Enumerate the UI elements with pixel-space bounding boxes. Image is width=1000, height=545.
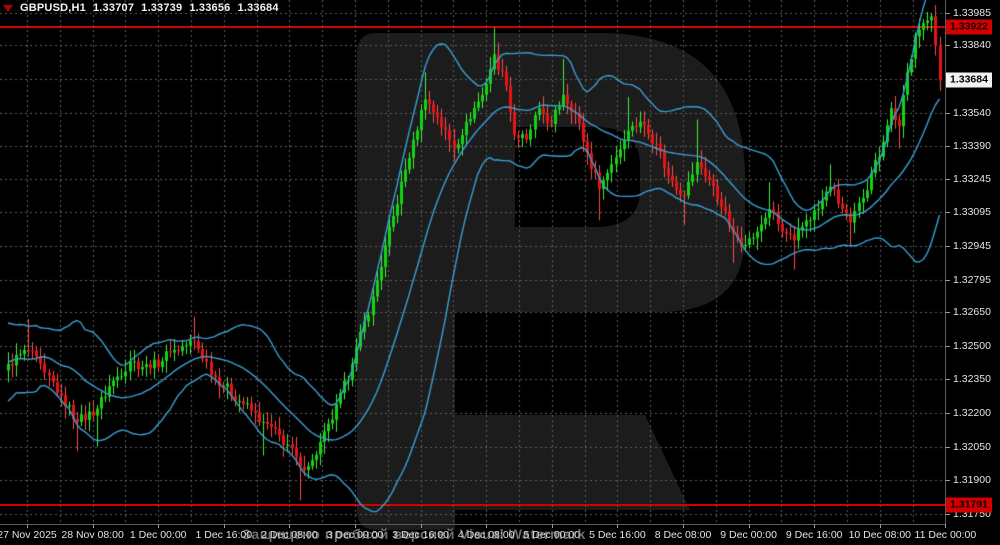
price-tick-label: 1.32200 (953, 407, 991, 420)
close-value: 1.33684 (237, 2, 279, 14)
time-tick-mark (224, 524, 225, 528)
time-tick-mark (27, 524, 28, 528)
price-tick-label: 1.32350 (953, 373, 991, 386)
chart-header: GBPUSD,H1 1.33707 1.33739 1.33656 1.3368… (3, 2, 279, 14)
price-tick-label: 1.32945 (953, 240, 991, 253)
price-tick-label: 1.31900 (953, 474, 991, 487)
price-tick-mark (945, 280, 950, 281)
price-tick-mark (945, 346, 950, 347)
price-tick-label: 1.32050 (953, 440, 991, 453)
time-tick-label: 11 Dec 00:00 (914, 529, 977, 541)
price-tick-label: 1.33095 (953, 206, 991, 219)
price-tick-label: 1.33840 (953, 39, 991, 52)
open-value: 1.33707 (92, 2, 135, 14)
price-axis[interactable]: 1.33922 1.33684 1.31791 1.33985 1.33840 1.… (945, 0, 1000, 524)
price-tick-label: 1.33390 (953, 140, 991, 153)
price-tick-mark (945, 514, 950, 515)
time-tick-label: 9 Dec 16:00 (785, 529, 843, 541)
chart-window-icon (3, 4, 13, 12)
symbol-timeframe: GBPUSD,H1 (20, 2, 86, 14)
price-tick-mark (945, 146, 950, 147)
time-tick-label: 9 Dec 00:00 (720, 529, 777, 541)
time-tick-mark (945, 524, 946, 528)
price-tick-label: 1.33985 (953, 6, 991, 19)
time-tick-label: 5 Dec 16:00 (589, 529, 646, 541)
time-tick-mark (93, 524, 94, 528)
time-tick-mark (749, 524, 750, 528)
time-tick-mark (814, 524, 815, 528)
time-tick-label: 1 Dec 00:00 (129, 529, 187, 541)
price-tick-label: 1.33540 (953, 106, 991, 119)
price-tick-mark (945, 413, 950, 414)
price-chart[interactable] (0, 0, 945, 524)
high-value: 1.33739 (141, 2, 183, 14)
support-price-label: 1.31791 (946, 497, 992, 513)
time-tick-label: 10 Dec 08:00 (848, 529, 912, 541)
price-tick-mark (945, 379, 950, 380)
price-tick-mark (945, 312, 950, 313)
price-tick-mark (945, 447, 950, 448)
price-tick-mark (945, 212, 950, 213)
trading-chart-window: GBPUSD,H1 1.33707 1.33739 1.33656 1.3368… (0, 0, 1000, 545)
price-tick-label: 1.32795 (953, 273, 991, 286)
price-tick-label: 1.33245 (953, 172, 991, 185)
price-tick-mark (945, 45, 950, 46)
time-tick-mark (158, 524, 159, 528)
price-tick-label: 1.32650 (953, 306, 991, 319)
time-tick-mark (683, 524, 684, 528)
trial-watermark-text: Защищено пробной версией Visual Watermar… (242, 526, 586, 542)
low-value: 1.33656 (189, 2, 231, 14)
time-tick-label: 8 Dec 08:00 (654, 529, 712, 541)
price-tick-mark (945, 246, 950, 247)
time-tick-mark (617, 524, 618, 528)
price-tick-mark (945, 113, 950, 114)
price-tick-mark (945, 480, 950, 481)
time-tick-label: 27 Nov 2025 (0, 529, 57, 541)
time-tick-label: 28 Nov 08:00 (61, 529, 124, 541)
price-tick-mark (945, 13, 950, 14)
current-bid-price-label: 1.33684 (946, 72, 992, 88)
resistance-price-label: 1.33922 (946, 19, 992, 35)
price-tick-mark (945, 179, 950, 180)
time-tick-mark (880, 524, 881, 528)
price-tick-label: 1.32500 (953, 339, 991, 352)
